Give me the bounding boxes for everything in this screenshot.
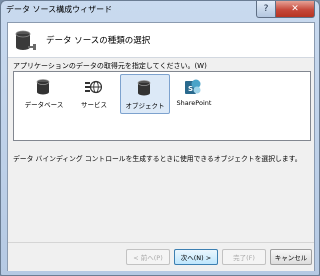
list-item-sharepoint[interactable]: S SharePoint	[170, 74, 218, 112]
list-item-label: データベース	[24, 101, 64, 109]
wizard-footer: < 前へ(P) 次へ(N) > 完了(F) キャンセル	[8, 242, 314, 271]
next-button[interactable]: 次へ(N) >	[174, 249, 218, 265]
page-title: データ ソースの種類の選択	[46, 36, 151, 46]
help-icon: ?	[263, 4, 269, 14]
list-item-database[interactable]: データベース	[20, 74, 68, 112]
database-icon	[36, 79, 50, 95]
instruction-label: アプリケーションのデータの取得元を指定してください。(W)	[13, 62, 207, 70]
list-item-label: オブジェクト	[125, 102, 165, 110]
wizard-header: データ ソースの種類の選択	[8, 23, 314, 58]
help-button[interactable]: ?	[256, 1, 276, 18]
wizard-window: データ ソース構成ウィザード ? ✕ データ ソースの種類の選択 アプリケーショ…	[0, 0, 320, 276]
close-button[interactable]: ✕	[275, 1, 315, 18]
close-icon: ✕	[291, 4, 299, 14]
service-icon	[85, 80, 102, 94]
list-item-object[interactable]: オブジェクト	[120, 74, 170, 114]
list-item-label: サービス	[81, 101, 107, 109]
data-source-type-list[interactable]: データベース サービス オブジェクト S SharePoint	[13, 71, 311, 141]
finish-button[interactable]: 完了(F)	[222, 249, 266, 265]
object-icon	[137, 80, 151, 96]
title-bar[interactable]: データ ソース構成ウィザード ? ✕	[1, 1, 319, 21]
database-plug-icon	[15, 30, 36, 50]
prev-button[interactable]: < 前へ(P)	[126, 249, 170, 265]
list-item-service[interactable]: サービス	[70, 74, 118, 112]
sharepoint-icon: S	[185, 79, 201, 94]
svg-text:S: S	[188, 85, 193, 93]
wizard-body: アプリケーションのデータの取得元を指定してください。(W) データベース サービ…	[8, 58, 314, 242]
list-item-label: SharePoint	[176, 99, 212, 107]
window-title: データ ソース構成ウィザード	[6, 5, 113, 14]
wizard-content: データ ソースの種類の選択 アプリケーションのデータの取得元を指定してください。…	[7, 22, 315, 271]
cancel-button[interactable]: キャンセル	[270, 249, 312, 265]
description-text: データ バインディング コントロールを生成するときに使用できるオブジェクトを選択…	[13, 155, 302, 163]
